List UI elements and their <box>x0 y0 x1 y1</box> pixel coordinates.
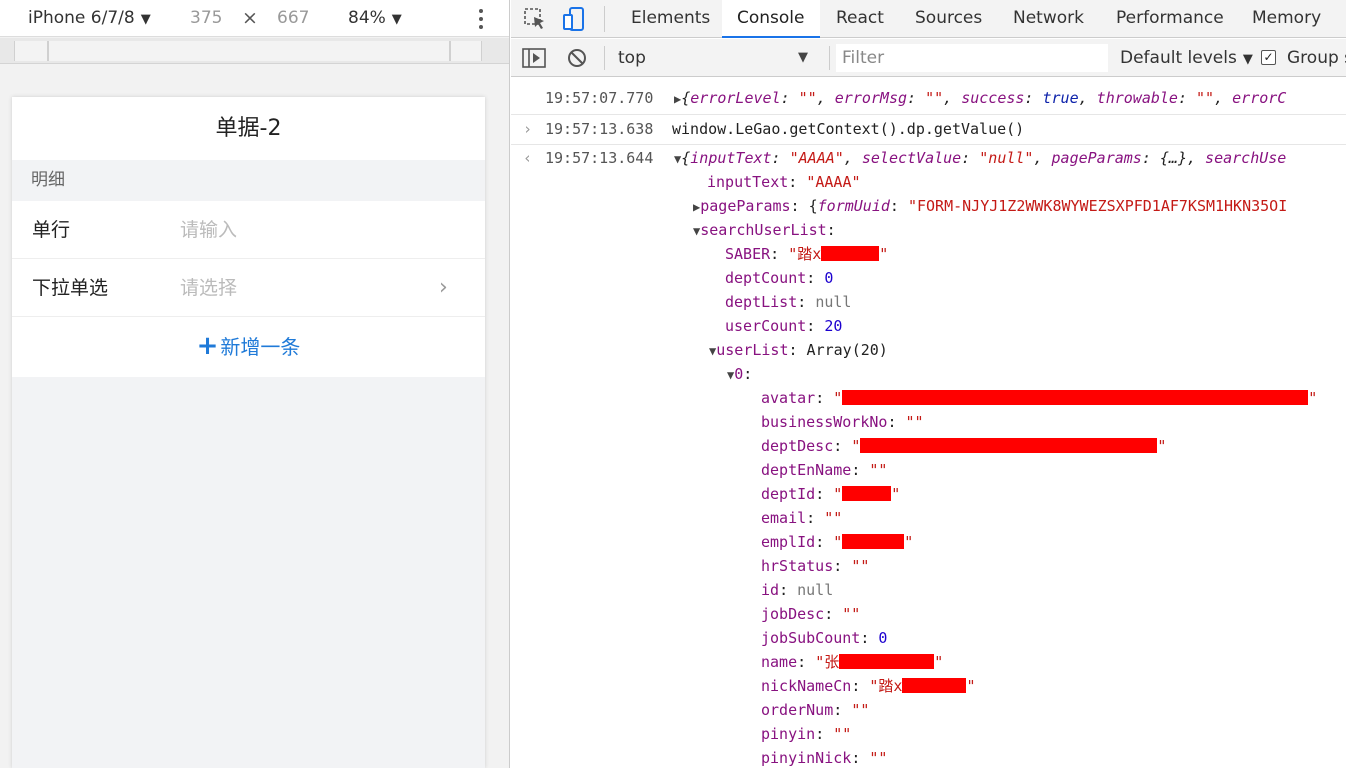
device-toolbar: iPhone 6/7/8 ▼ 375 × 667 84% ▼ <box>0 0 509 37</box>
tab-network[interactable]: Network <box>1013 0 1084 38</box>
tree-node[interactable]: id: null <box>511 578 1346 602</box>
tree-node[interactable]: name: "张 " <box>511 650 1346 674</box>
input-prompt-icon: › <box>523 120 533 138</box>
tree-node[interactable]: email: "" <box>511 506 1346 530</box>
tree-node[interactable]: nickNameCn: "踏x " <box>511 674 1346 698</box>
plus-icon: + <box>196 331 219 361</box>
tree-node[interactable]: hrStatus: "" <box>511 554 1346 578</box>
tree-node[interactable]: SABER: "踏x " <box>511 242 1346 266</box>
toolbar-divider <box>604 46 605 70</box>
tree-node[interactable]: jobSubCount: 0 <box>511 626 1346 650</box>
tree-node[interactable]: pinyin: "" <box>511 722 1346 746</box>
message-divider <box>511 114 1346 115</box>
console-message[interactable]: 19:57:07.770 ▶{errorLevel: "", errorMsg:… <box>511 86 1346 110</box>
tree-node[interactable]: inputText: "AAAA" <box>511 170 1346 194</box>
redaction-mark <box>821 246 880 261</box>
redaction-mark <box>902 678 967 693</box>
tree-node[interactable]: ▼userList: Array(20) <box>511 338 1346 362</box>
devtools-pane: Elements Console React Sources Network P… <box>511 0 1346 768</box>
text-input[interactable]: 请输入 <box>180 201 237 259</box>
dimension-separator: × <box>242 7 258 29</box>
timestamp: 19:57:13.638 <box>545 120 654 138</box>
tab-console[interactable]: Console <box>722 0 820 38</box>
select-input[interactable]: 请选择 <box>180 259 237 317</box>
dropdown-arrow-icon: ▼ <box>140 12 151 27</box>
tree-node[interactable]: deptCount: 0 <box>511 266 1346 290</box>
tree-node[interactable]: pinyinNick: "" <box>511 746 1346 768</box>
redaction-mark <box>860 438 1158 453</box>
tab-memory[interactable]: Memory <box>1252 0 1321 38</box>
toolbar-divider <box>604 6 605 32</box>
ruler-segment[interactable] <box>450 41 482 61</box>
timestamp: 19:57:07.770 <box>545 89 654 107</box>
group-similar-label: Group s <box>1287 48 1346 68</box>
console-input-echo[interactable]: › 19:57:13.638 window.LeGao.getContext()… <box>511 117 1346 141</box>
tree-node[interactable]: ▼0: <box>511 362 1346 386</box>
ruler-segment[interactable] <box>48 41 450 61</box>
tree-node[interactable]: ▶pageParams: {formUuid: "FORM-NJYJ1Z2WWK… <box>511 194 1346 218</box>
form-row-text[interactable]: 单行 请输入 <box>12 201 485 259</box>
dropdown-arrow-icon: ▼ <box>1242 52 1253 67</box>
dropdown-arrow-icon: ▼ <box>798 50 808 65</box>
device-select[interactable]: iPhone 6/7/8 ▼ <box>28 0 151 37</box>
add-item-button[interactable]: + 新增一条 <box>12 317 485 377</box>
message-divider <box>511 144 1346 145</box>
ruler-segment[interactable] <box>14 41 48 61</box>
redaction-mark <box>842 390 1309 405</box>
tree-node[interactable]: jobDesc: "" <box>511 602 1346 626</box>
execution-context-select[interactable]: top <box>618 39 646 77</box>
media-query-ruler[interactable] <box>0 38 509 64</box>
field-label: 下拉单选 <box>32 277 109 299</box>
tree-node[interactable]: avatar: " " <box>511 386 1346 410</box>
console-result[interactable]: ‹ 19:57:13.644 ▼{inputText: "AAAA", sele… <box>511 146 1346 170</box>
tree-node[interactable]: deptDesc: " " <box>511 434 1346 458</box>
console-toolbar: top ▼ Default levels▼ ✓ Group s <box>511 39 1346 77</box>
section-header: 明细 <box>12 160 485 201</box>
tab-performance[interactable]: Performance <box>1116 0 1224 38</box>
device-height-input[interactable]: 667 <box>277 0 309 37</box>
console-output: 19:57:07.770 ▶{errorLevel: "", errorMsg:… <box>511 78 1346 768</box>
tree-node[interactable]: ▼searchUserList: <box>511 218 1346 242</box>
device-emulator-pane: iPhone 6/7/8 ▼ 375 × 667 84% ▼ 单据-2 明细 单行 … <box>0 0 510 768</box>
dropdown-arrow-icon: ▼ <box>391 12 402 27</box>
device-toolbar-toggle-icon[interactable] <box>561 6 587 32</box>
filter-input[interactable] <box>836 44 1108 72</box>
phone-viewport: 单据-2 明细 单行 请输入 下拉单选 请选择 › + 新增一条 <box>12 97 485 768</box>
tree-node[interactable]: businessWorkNo: "" <box>511 410 1346 434</box>
form-row-select[interactable]: 下拉单选 请选择 › <box>12 259 485 317</box>
devtools-tabbar: Elements Console React Sources Network P… <box>511 0 1346 38</box>
zoom-select[interactable]: 84% ▼ <box>348 0 402 37</box>
redaction-mark <box>842 534 905 549</box>
chevron-right-icon: › <box>439 275 448 300</box>
show-sidebar-icon[interactable] <box>521 45 547 71</box>
tab-sources[interactable]: Sources <box>915 0 982 38</box>
tree-node[interactable]: deptEnName: "" <box>511 458 1346 482</box>
tree-node[interactable]: orderNum: "" <box>511 698 1346 722</box>
tab-react[interactable]: React <box>836 0 884 38</box>
group-similar-checkbox[interactable]: ✓ <box>1261 50 1276 65</box>
result-arrow-icon: ‹ <box>523 149 533 167</box>
log-levels-select[interactable]: Default levels ▼ <box>1120 39 1253 79</box>
toolbar-divider <box>829 46 830 70</box>
tree-node[interactable]: deptId: " " <box>511 482 1346 506</box>
page-title: 单据-2 <box>12 97 485 160</box>
clear-console-icon[interactable] <box>564 45 590 71</box>
redaction-mark <box>842 486 892 501</box>
add-item-label: 新增一条 <box>220 335 301 359</box>
tab-elements[interactable]: Elements <box>631 0 710 38</box>
command-text: window.LeGao.getContext().dp.getValue() <box>672 120 1025 138</box>
tree-node[interactable]: emplId: " " <box>511 530 1346 554</box>
more-options-icon[interactable] <box>472 0 490 37</box>
tree-node[interactable]: userCount: 20 <box>511 314 1346 338</box>
inspect-element-icon[interactable] <box>522 6 548 32</box>
field-label: 单行 <box>32 219 71 241</box>
timestamp: 19:57:13.644 <box>545 149 654 167</box>
tree-node[interactable]: deptList: null <box>511 290 1346 314</box>
device-width-input[interactable]: 375 <box>190 0 222 37</box>
redaction-mark <box>839 654 935 669</box>
